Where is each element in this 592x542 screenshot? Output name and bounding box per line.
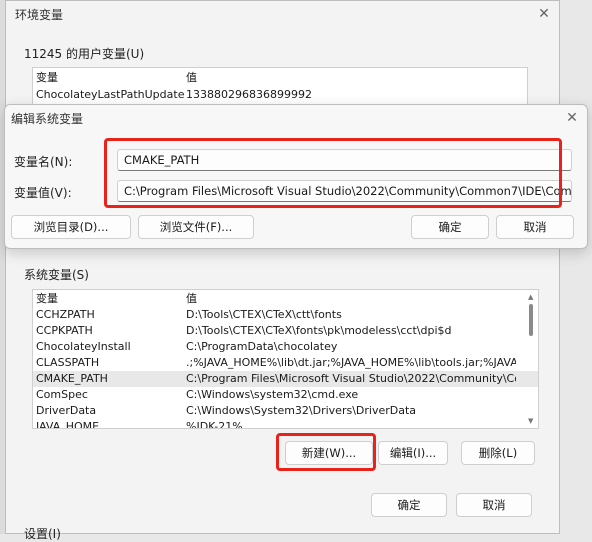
scroll-up-arrow-icon[interactable]: ▲ [528, 293, 533, 301]
table-row[interactable]: DriverData C:\Windows\System32\Drivers\D… [33, 403, 538, 419]
highlight-box-new-button [276, 433, 376, 471]
variable-name: CCHZPATH [36, 308, 95, 321]
cancel-button[interactable]: 取消 [456, 493, 532, 517]
delete-variable-button[interactable]: 删除(L) [461, 441, 535, 465]
column-header-name: 变量 [36, 292, 58, 305]
variable-value: %JDK-21% [186, 420, 243, 429]
variable-name: ComSpec [36, 388, 88, 401]
column-header-value: 值 [186, 71, 197, 84]
system-variables-label: 系统变量(S) [24, 268, 89, 282]
variable-value: D:\Tools\CTEX\CTeX\fonts\pk\modeless\cct… [186, 324, 452, 337]
variable-name: ChocolateyInstall [36, 340, 131, 353]
variable-name: ChocolateyLastPathUpdate [36, 88, 184, 101]
browse-file-button[interactable]: 浏览文件(F)... [138, 215, 254, 239]
user-variables-list[interactable]: 变量 值 ChocolateyLastPathUpdate 1338802968… [32, 67, 528, 107]
scroll-down-arrow-icon[interactable]: ▼ [528, 417, 533, 425]
variable-name: CMAKE_PATH [36, 372, 108, 385]
edit-variable-button[interactable]: 编辑(I)... [378, 441, 448, 465]
table-row[interactable]: ComSpec C:\Windows\system32\cmd.exe [33, 387, 538, 403]
scrollbar-thumb[interactable] [529, 304, 533, 336]
table-row-selected[interactable]: CMAKE_PATH C:\Program Files\Microsoft Vi… [33, 371, 538, 387]
edit-cancel-button[interactable]: 取消 [496, 215, 574, 239]
close-icon[interactable]: ✕ [537, 7, 551, 21]
list-header: 变量 值 [33, 291, 538, 307]
dialog-title: 环境变量 [15, 8, 64, 22]
variable-value: D:\Tools\CTEX\CTeX\ctt\fonts [186, 308, 342, 321]
variable-name: JAVA_HOME [36, 420, 100, 429]
browse-directory-button[interactable]: 浏览目录(D)... [11, 215, 131, 239]
variable-value: C:\Windows\System32\Drivers\DriverData [186, 404, 417, 417]
table-row[interactable]: CLASSPATH .;%JAVA_HOME%\lib\dt.jar;%JAVA… [33, 355, 538, 371]
list-header: 变量 值 [33, 70, 527, 86]
edit-ok-button[interactable]: 确定 [411, 215, 489, 239]
variable-name: CCPKPATH [36, 324, 93, 337]
table-row[interactable]: JAVA_HOME %JDK-21% [33, 419, 538, 429]
ok-button[interactable]: 确定 [371, 493, 447, 517]
system-variables-list[interactable]: 变量 值 CCHZPATH D:\Tools\CTEX\CTeX\ctt\fon… [32, 289, 539, 429]
variable-value: C:\Windows\system32\cmd.exe [186, 388, 359, 401]
variable-name: DriverData [36, 404, 97, 417]
user-variables-label: 11245 的用户变量(U) [24, 47, 145, 61]
variable-value-label: 变量值(V): [14, 186, 72, 200]
variable-name-label: 变量名(N): [14, 155, 73, 169]
variable-value: .;%JAVA_HOME%\lib\dt.jar;%JAVA_HOME%\lib… [186, 356, 516, 369]
highlight-box-fields [104, 138, 562, 208]
variable-name: CLASSPATH [36, 356, 100, 369]
edit-dialog-title: 编辑系统变量 [11, 112, 84, 126]
close-icon[interactable]: ✕ [565, 111, 579, 125]
variable-value: 133880296836899992 [186, 88, 312, 101]
table-row[interactable]: ChocolateyLastPathUpdate 133880296836899… [33, 87, 527, 103]
table-row[interactable]: CCHZPATH D:\Tools\CTEX\CTeX\ctt\fonts [33, 307, 538, 323]
table-row[interactable]: ChocolateyInstall C:\ProgramData\chocola… [33, 339, 538, 355]
variable-value: C:\Program Files\Microsoft Visual Studio… [186, 372, 516, 385]
column-header-name: 变量 [36, 71, 58, 84]
table-row[interactable]: CCPKPATH D:\Tools\CTEX\CTeX\fonts\pk\mod… [33, 323, 538, 339]
column-header-value: 值 [186, 292, 197, 305]
variable-value: C:\ProgramData\chocolatey [186, 340, 338, 353]
